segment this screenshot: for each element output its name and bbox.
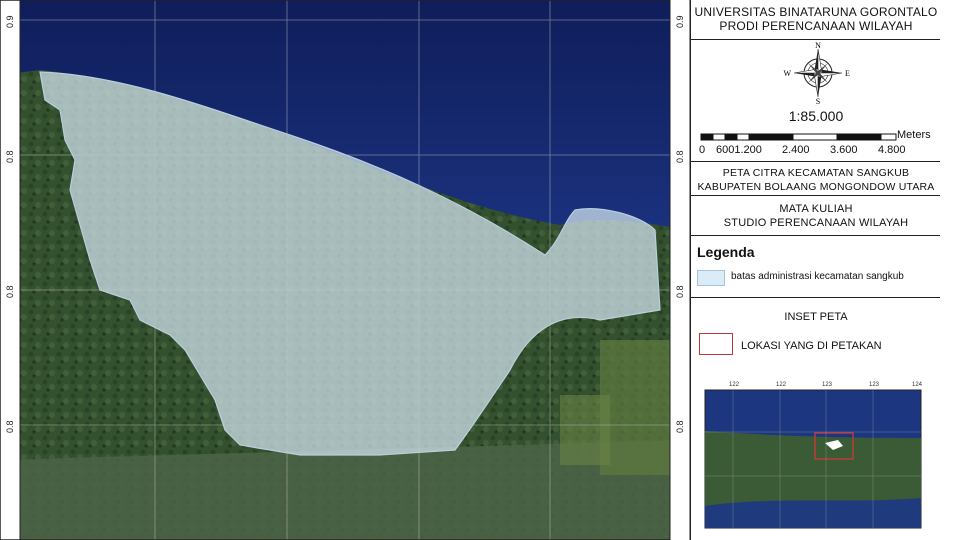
inset-tick-5: 124 [912, 382, 923, 388]
cleared-patch [600, 340, 670, 475]
main-map[interactable]: 0.9 0.8 0.8 0.8 0.9 0.8 0.8 0.8 [0, 0, 690, 540]
course-box: MATA KULIAH STUDIO PERENCANAAN WILAYAH [691, 196, 941, 236]
map-layout-panel: UNIVERSITAS BINATARUNA GORONTALO PRODI P… [690, 0, 942, 540]
map-title-line1: PETA CITRA KECAMATAN SANGKUB [722, 167, 910, 179]
coord-label-right-3: 0.8 [675, 285, 685, 298]
north-arrow-icon: N S E W [783, 41, 850, 105]
coord-label-right-4: 0.8 [675, 420, 685, 433]
west-label: W [783, 69, 791, 78]
scale-ratio: 1:85.000 [788, 108, 844, 124]
scale-unit: Meters [897, 129, 931, 141]
map-title-box: PETA CITRA KECAMATAN SANGKUB KABUPATEN B… [691, 162, 941, 196]
header-box: UNIVERSITAS BINATARUNA GORONTALO PRODI P… [691, 0, 941, 40]
page-margin-right [940, 0, 960, 540]
legend-label-admin: batas administrasi kecamatan sangkub [731, 271, 904, 282]
location-swatch [699, 333, 733, 355]
map-frame-left [0, 0, 20, 540]
coord-label-right-2: 0.8 [675, 150, 685, 163]
scale-tick-1: 6001.200 [716, 144, 762, 156]
scale-tick-0: 0 [699, 144, 706, 156]
course-line2: STUDIO PERENCANAAN WILAYAH [723, 217, 909, 229]
inset-box: INSET PETA LOKASI YANG DI PETAKAN 122 12… [691, 298, 941, 540]
course-line1: MATA KULIAH [779, 203, 853, 215]
inset-tick-1: 122 [729, 382, 740, 388]
program-name: PRODI PERENCANAAN WILAYAH [719, 19, 913, 33]
coord-label-left-2: 0.8 [5, 150, 15, 163]
inset-tick-2: 122 [776, 382, 787, 388]
north-label: N [815, 41, 821, 50]
east-label: E [845, 69, 850, 78]
inset-tick-3: 123 [822, 382, 833, 388]
university-name: UNIVERSITAS BINATARUNA GORONTALO [694, 5, 938, 19]
inset-tick-4: 123 [869, 382, 880, 388]
coord-label-left-1: 0.9 [5, 15, 15, 28]
inset-map[interactable]: 122 122 123 123 124 [693, 376, 931, 536]
legend-box: Legenda batas administrasi kecamatan san… [691, 236, 941, 298]
map-frame-right [670, 0, 690, 540]
scale-tick-4: 4.800 [878, 144, 906, 156]
inset-title: INSET PETA [784, 311, 848, 323]
location-label: LOKASI YANG DI PETAKAN [741, 340, 882, 352]
scale-tick-3: 3.600 [830, 144, 858, 156]
coord-label-left-4: 0.8 [5, 420, 15, 433]
cleared-patch [560, 395, 610, 465]
coord-label-left-3: 0.8 [5, 285, 15, 298]
scale-tick-2: 2.400 [782, 144, 810, 156]
legend-swatch-admin [697, 270, 725, 286]
north-scale-box: N S E W 1:85.000 Meters 0 6001.200 2.400… [691, 40, 941, 162]
coord-label-right-1: 0.9 [675, 15, 685, 28]
legend-title: Legenda [697, 244, 755, 260]
south-label: S [816, 97, 820, 105]
map-title-line2: KABUPATEN BOLAANG MONGONDOW UTARA [697, 181, 935, 193]
